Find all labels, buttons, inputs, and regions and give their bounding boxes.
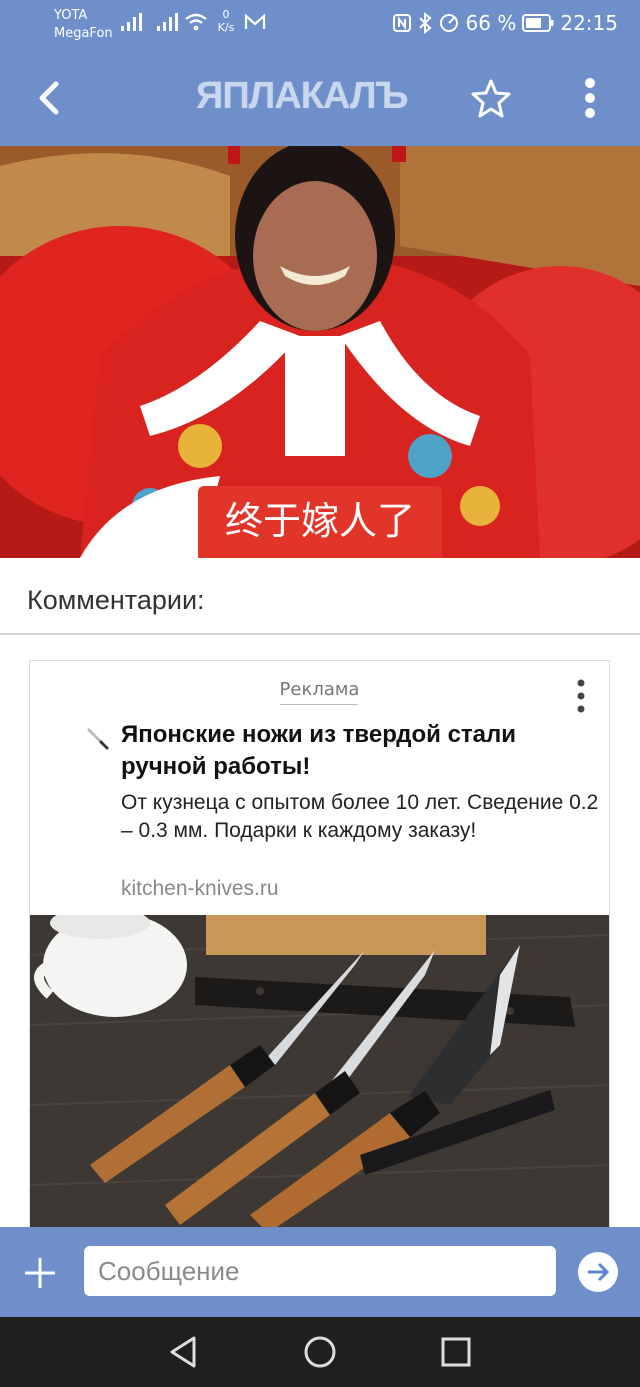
status-right: 66 % 22:15 xyxy=(392,10,618,36)
bluetooth-icon xyxy=(418,12,432,34)
carrier-labels: YOTA MegaFon xyxy=(54,7,113,43)
square-recents-icon xyxy=(441,1337,471,1367)
signal-2-icon xyxy=(157,13,178,31)
nfc-icon xyxy=(392,14,411,32)
back-arrow-icon xyxy=(39,81,59,115)
image-caption: 终于嫁人了 xyxy=(224,499,415,543)
battery-icon xyxy=(522,14,554,32)
more-vertical-icon xyxy=(585,78,595,118)
ad-knives-photo xyxy=(30,915,609,1239)
app-bar: ЯПЛАКАЛЪ xyxy=(0,48,640,146)
knife-icon xyxy=(87,728,109,750)
nav-recents-button[interactable] xyxy=(438,1334,474,1370)
ad-title[interactable]: Японские ножи из твердой стали ручной ра… xyxy=(121,719,591,783)
clock: 22:15 xyxy=(560,11,618,35)
post-image[interactable]: 终于嫁人了 xyxy=(0,146,640,558)
speed-unit: K/s xyxy=(217,21,235,34)
nav-back-button[interactable] xyxy=(166,1334,202,1370)
caption-box: 终于嫁人了 xyxy=(198,486,442,558)
ad-image[interactable] xyxy=(30,915,609,1239)
battery-percent: 66 % xyxy=(465,11,517,35)
circle-home-icon xyxy=(304,1336,336,1368)
signal-1-icon xyxy=(121,13,142,31)
attach-button[interactable] xyxy=(22,1255,58,1291)
ad-domain[interactable]: kitchen-knives.ru xyxy=(121,875,279,903)
more-vertical-icon xyxy=(577,679,585,713)
network-speed: 0 K/s xyxy=(215,8,237,34)
wifi-icon xyxy=(185,13,207,31)
sync-icon xyxy=(439,14,458,32)
status-bar: YOTA MegaFon 0 K/s 66 % 22:15 xyxy=(0,0,640,48)
ad-label: Реклама xyxy=(279,679,360,700)
star-icon xyxy=(471,79,511,118)
carrier-2: MegaFon xyxy=(54,26,113,41)
system-nav-bar xyxy=(0,1317,640,1387)
comments-title: Комментарии: xyxy=(27,585,205,615)
arrow-right-icon xyxy=(588,1262,610,1282)
divider xyxy=(0,633,640,635)
ad-options-button[interactable] xyxy=(570,677,592,715)
mail-icon xyxy=(244,13,266,29)
message-input[interactable] xyxy=(84,1246,556,1296)
more-menu-button[interactable] xyxy=(578,76,602,120)
speed-value: 0 xyxy=(222,8,230,21)
site-logo[interactable]: ЯПЛАКАЛЪ xyxy=(196,73,409,119)
back-button[interactable] xyxy=(30,76,70,120)
carrier-1: YOTA xyxy=(54,8,88,23)
ad-label-underline xyxy=(280,704,358,705)
ad-card[interactable]: Реклама Японские ножи из твердой стали р… xyxy=(29,660,610,1240)
triangle-back-icon xyxy=(170,1336,196,1368)
ad-description: От кузнеца с опытом более 10 лет. Сведен… xyxy=(121,791,599,842)
plus-icon xyxy=(25,1258,55,1288)
favorite-button[interactable] xyxy=(470,78,512,120)
composer-bar xyxy=(0,1227,640,1317)
nav-home-button[interactable] xyxy=(302,1334,338,1370)
send-button[interactable] xyxy=(578,1252,618,1292)
